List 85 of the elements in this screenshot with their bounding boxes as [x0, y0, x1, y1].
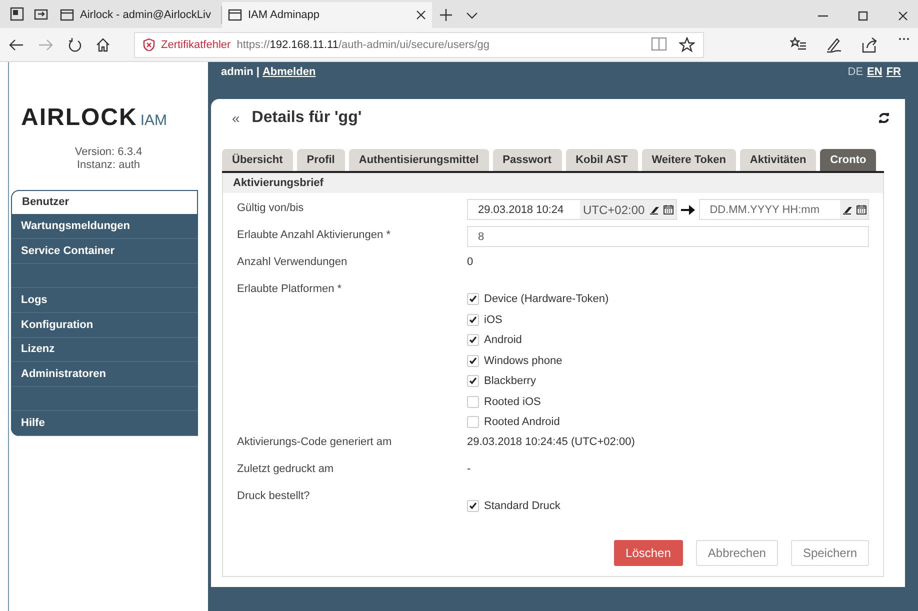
field-value: -	[467, 462, 471, 474]
tab[interactable]: Aktivitäten	[740, 149, 816, 171]
star-icon[interactable]	[679, 36, 695, 52]
checkbox[interactable]	[467, 314, 479, 326]
refresh-icon[interactable]	[68, 38, 82, 52]
username: admin	[221, 66, 254, 78]
logout-link[interactable]: Abmelden	[262, 66, 316, 78]
checkbox-label: Rooted iOS	[484, 396, 541, 408]
tab[interactable]: Authentisierungsmittel	[348, 149, 489, 171]
calendar-icon[interactable]	[663, 204, 674, 215]
date-input[interactable]: DD.MM.YYYY HH:mm	[700, 204, 840, 216]
refresh-icon[interactable]	[878, 112, 890, 124]
checkbox-label: iOS	[484, 314, 502, 326]
section-header: Aktivierungsbrief	[223, 173, 883, 193]
checkbox-label: Android	[484, 334, 522, 346]
checkbox-label: Rooted Android	[484, 416, 560, 428]
separator: |	[256, 66, 260, 78]
field-label: Aktivierungs-Code generiert am	[237, 434, 392, 448]
address-bar[interactable]: Zertifikatfehler https://192.168.11.11/auth-admin/ui/secure/users/gg	[134, 32, 704, 58]
field-label: Anzahl Verwendungen	[237, 255, 348, 268]
text-input[interactable]: 8	[467, 226, 869, 247]
field-label: Erlaubte Anzahl Aktivierungen *	[237, 228, 390, 241]
tab[interactable]: Cronto	[820, 149, 876, 171]
right-arrow-icon	[680, 204, 695, 216]
field-value: 29.03.2018 10:24:45 (UTC+02:00)	[467, 434, 635, 448]
language-link[interactable]: EN	[867, 66, 882, 78]
more-icon[interactable]	[898, 36, 910, 40]
checkbox[interactable]	[467, 354, 479, 367]
language-link[interactable]: DE	[848, 66, 864, 78]
maximize-icon[interactable]	[858, 11, 868, 21]
field-label: Zuletzt gedruckt am	[237, 462, 334, 474]
warning-shield-icon	[143, 38, 155, 51]
instance-text: Instanz: auth	[76, 159, 141, 172]
action-button[interactable]: Löschen	[614, 540, 683, 566]
field-label: Erlaubte Platformen *	[237, 282, 342, 295]
tab[interactable]: Kobil AST	[566, 149, 638, 171]
home-icon[interactable]	[96, 38, 110, 52]
calendar-icon[interactable]	[856, 204, 866, 215]
page-icon	[60, 9, 74, 21]
tab-aside-icon[interactable]	[34, 7, 48, 21]
checkbox[interactable]	[467, 396, 479, 408]
page-icon	[228, 9, 242, 21]
logo-subtitle: IAM	[140, 112, 167, 129]
close-icon[interactable]	[898, 11, 908, 21]
back-button[interactable]: «	[232, 110, 240, 126]
browser-tab[interactable]: IAM Adminapp	[222, 2, 432, 28]
tab[interactable]: Weitere Token	[642, 149, 736, 171]
pen-icon[interactable]	[826, 36, 842, 52]
tab-list-icon[interactable]	[10, 7, 24, 21]
logo-wordmark: AIRLOCK	[21, 104, 138, 132]
new-tab-icon[interactable]	[440, 9, 452, 21]
tab[interactable]: Profil	[296, 149, 345, 171]
checkbox-label: Standard Druck	[484, 500, 560, 512]
field-label: Druck bestellt?	[237, 488, 310, 502]
checkbox[interactable]	[467, 293, 479, 306]
field-label: Gültig von/bis	[237, 201, 304, 214]
checkbox[interactable]	[467, 500, 479, 512]
reading-view-icon[interactable]	[651, 36, 667, 50]
address-url: https://192.168.11.11/auth-admin/ui/secure/users/gg	[236, 38, 490, 50]
forward-arrow-icon	[38, 38, 54, 52]
checkbox[interactable]	[467, 416, 479, 428]
certificate-warning: Zertifikatfehler	[161, 38, 231, 50]
checkbox[interactable]	[467, 375, 479, 388]
date-field[interactable]: DD.MM.YYYY HH:mm	[698, 199, 869, 220]
checkbox[interactable]	[467, 334, 479, 346]
version-text: Version: 6.3.4	[74, 146, 144, 159]
back-arrow-icon[interactable]	[8, 38, 24, 52]
timezone-label: UTC+02:00	[580, 200, 648, 219]
eraser-icon[interactable]	[842, 204, 852, 215]
share-icon[interactable]	[862, 36, 878, 52]
favorites-icon[interactable]	[790, 36, 806, 50]
checkbox-label: Blackberry	[484, 375, 536, 388]
sidebar-item[interactable]: Benutzer	[11, 190, 198, 215]
date-field[interactable]: 29.03.2018 10:24 UTC+02:00	[467, 199, 677, 220]
field-value: 0	[467, 255, 474, 268]
action-button[interactable]: Abbrechen	[696, 540, 778, 566]
close-icon[interactable]	[416, 10, 426, 20]
action-button[interactable]: Speichern	[790, 540, 869, 566]
checkbox-label: Device (Hardware-Token)	[484, 293, 609, 306]
page-title: Details für 'gg'	[252, 109, 362, 127]
eraser-icon[interactable]	[649, 204, 660, 215]
tab[interactable]: Übersicht	[222, 149, 293, 171]
language-link[interactable]: FR	[886, 66, 901, 78]
tab[interactable]: Passwort	[492, 149, 562, 171]
checkbox-label: Windows phone	[484, 354, 562, 367]
